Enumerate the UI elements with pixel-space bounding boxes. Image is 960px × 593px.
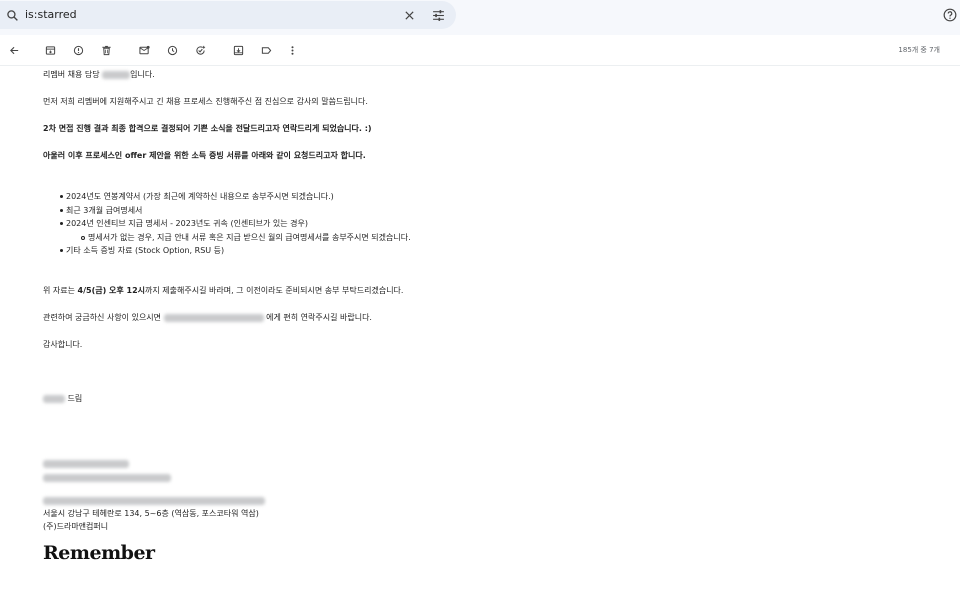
more-options-icon[interactable]: [286, 44, 298, 56]
redacted-sender: [43, 394, 65, 403]
list-item: 기타 소득 증빙 자료 (Stock Option, RSU 등): [43, 244, 224, 257]
remember-logo: Remember: [43, 542, 155, 564]
thanks-line: 먼저 저희 리멤버에 지원해주시고 긴 채용 프로세스 진행해주신 점 진심으로…: [43, 97, 368, 106]
request-line: 아울러 이후 프로세스인 offer 제안을 위한 소득 증빙 서류를 아래와 …: [43, 151, 366, 160]
top-bar: is:starred: [0, 0, 960, 35]
back-arrow-icon[interactable]: [8, 44, 20, 56]
report-spam-icon[interactable]: [72, 44, 84, 56]
result-line: 2차 면접 진행 결과 최종 합격으로 결정되어 기쁜 소식을 전달드리고자 연…: [43, 124, 372, 133]
signature-line: 드림: [43, 392, 82, 405]
company-address: 서울시 강남구 테헤란로 134, 5~6층 (역삼동, 포스코타워 역삼): [43, 509, 259, 518]
list-item: 최근 3개월 급여명세서: [43, 204, 142, 217]
contact-line: 관련하여 궁금하신 사항이 있으시면 에게 편히 연락주시길 바랍니다.: [43, 313, 372, 322]
archive-icon[interactable]: [44, 44, 56, 56]
company-name: (주)드라마앤컴퍼니: [43, 522, 109, 531]
search-options-icon[interactable]: [431, 8, 446, 23]
list-item: 2024년도 연봉계약서 (가장 최근에 계약하신 내용으로 송부주시면 되겠습…: [43, 190, 334, 203]
message-toolbar: 185개 중 7개: [0, 35, 960, 66]
help-icon[interactable]: [942, 7, 957, 22]
redacted-contact: [163, 313, 264, 322]
add-to-tasks-icon[interactable]: [194, 44, 206, 56]
pagination-count: 185개 중 7개: [898, 46, 940, 54]
clear-search-icon[interactable]: [403, 9, 416, 22]
search-icon[interactable]: [5, 8, 19, 22]
redacted-name: [102, 70, 131, 79]
list-item: 2024년 인센티브 지급 명세서 - 2023년도 귀속 (인센티브가 있는 …: [43, 217, 308, 230]
redacted-signature-1: [43, 457, 129, 470]
sub-list-item: 명세서가 없는 경우, 지급 안내 서류 혹은 지급 받으신 월의 급여명세서를…: [43, 231, 411, 244]
snooze-icon[interactable]: [166, 44, 178, 56]
label-icon[interactable]: [260, 44, 272, 56]
search-bar[interactable]: is:starred: [0, 1, 456, 29]
move-to-icon[interactable]: [232, 44, 244, 56]
search-input[interactable]: is:starred: [25, 8, 77, 21]
redacted-signature-2: [43, 471, 171, 484]
delete-icon[interactable]: [100, 44, 112, 56]
redacted-signature-3: [43, 494, 265, 507]
mark-unread-icon[interactable]: [138, 44, 150, 56]
deadline-line: 위 자료는 4/5(금) 오후 12시까지 제출해주시길 바라며, 그 이전이라…: [43, 286, 404, 295]
greeting-line: 리멤버 채용 담당 입니다.: [43, 70, 155, 79]
closing-line: 감사합니다.: [43, 340, 83, 349]
